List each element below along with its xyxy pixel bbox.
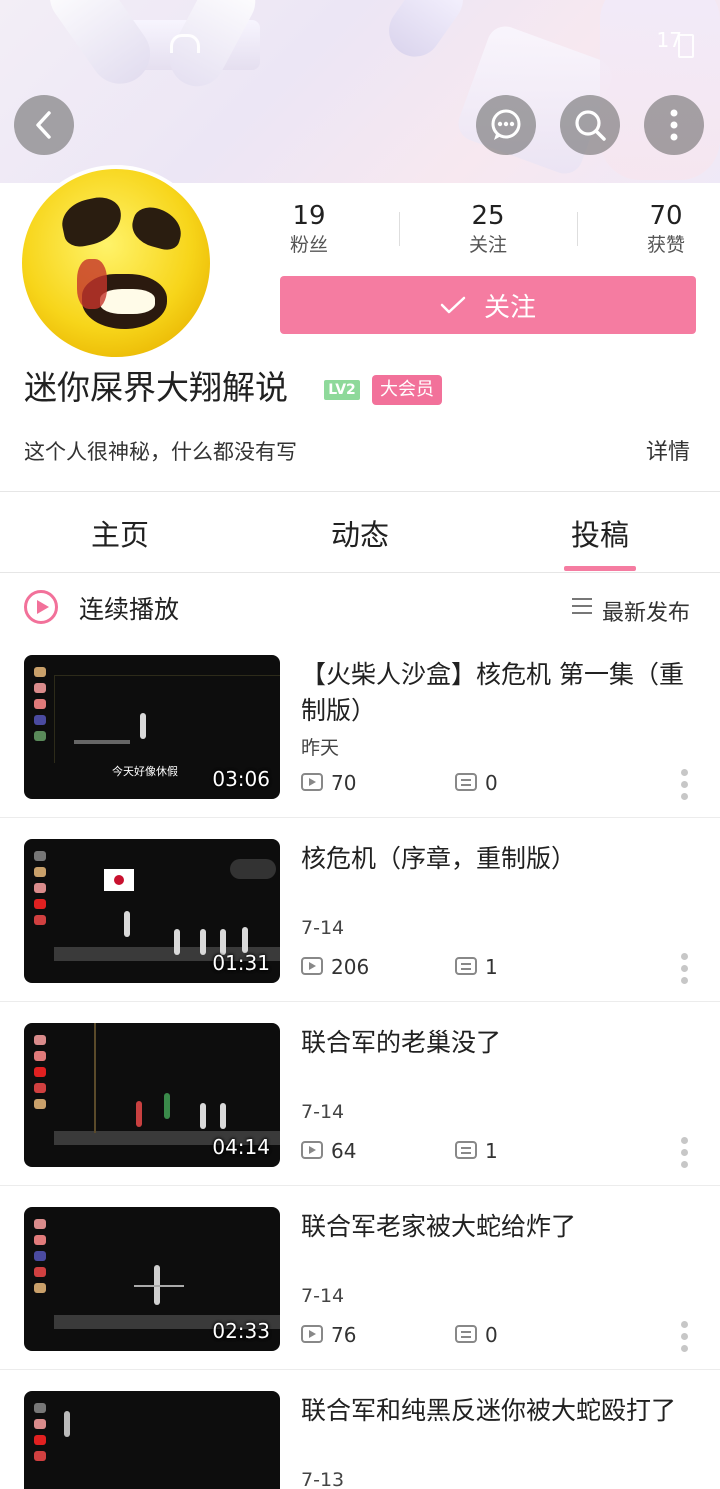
- video-date: 7-13: [301, 1469, 345, 1489]
- message-button[interactable]: [476, 95, 536, 155]
- comment-count-icon: [455, 773, 477, 791]
- chevron-left-icon: [36, 111, 51, 139]
- video-thumbnail[interactable]: 01:31: [24, 839, 280, 983]
- flag-image: [104, 869, 134, 891]
- video-title[interactable]: 联合军的老巢没了: [301, 1025, 701, 1061]
- sort-button[interactable]: 最新发布: [602, 595, 690, 627]
- video-item[interactable]: 04:14 联合军的老巢没了 7-14 64 1: [0, 1023, 720, 1207]
- stat-following[interactable]: 25 关注: [433, 200, 543, 258]
- tab-posts[interactable]: 投稿: [540, 512, 660, 554]
- check-icon: [440, 296, 466, 314]
- video-thumbnail[interactable]: 04:14: [24, 1023, 280, 1167]
- sort-list-icon[interactable]: [572, 598, 592, 614]
- follow-button[interactable]: 关注: [280, 276, 696, 334]
- play-count: 76: [331, 1323, 357, 1347]
- video-thumbnail[interactable]: [24, 1391, 280, 1489]
- video-more-icon[interactable]: [678, 769, 690, 807]
- video-more-icon[interactable]: [678, 1321, 690, 1359]
- following-label: 关注: [468, 234, 507, 256]
- search-icon: [575, 110, 606, 141]
- video-more-icon[interactable]: [678, 1137, 690, 1175]
- video-date: 7-14: [301, 1285, 345, 1307]
- divider: [0, 1185, 720, 1186]
- video-date: 7-14: [301, 1101, 345, 1123]
- play-all-button[interactable]: 连续播放: [79, 590, 179, 626]
- divider: [399, 212, 400, 246]
- play-count: 206: [331, 955, 370, 979]
- video-date: 7-14: [301, 917, 345, 939]
- bio-text: 这个人很神秘，什么都没有写: [24, 440, 297, 464]
- active-tab-indicator: [564, 566, 636, 571]
- play-count-icon: [301, 773, 323, 791]
- play-count: 70: [331, 771, 357, 795]
- likes-count: 70: [649, 201, 683, 231]
- profile-banner: 17: [0, 0, 720, 183]
- detail-link[interactable]: 详情: [646, 434, 690, 466]
- video-title[interactable]: 联合军和纯黑反迷你被大蛇殴打了: [301, 1393, 701, 1429]
- play-circle-icon[interactable]: [24, 590, 58, 624]
- stat-likes[interactable]: 70 获赞: [611, 200, 720, 258]
- divider: [0, 817, 720, 818]
- comment-count-icon: [455, 957, 477, 975]
- video-duration: 01:31: [212, 951, 270, 975]
- more-vertical-icon: [670, 109, 678, 141]
- video-duration: 03:06: [212, 767, 270, 791]
- video-item[interactable]: 今天好像休假 03:06 【火柴人沙盒】核危机 第一集（重制版） 昨天 70 0: [0, 655, 720, 839]
- search-button[interactable]: [560, 95, 620, 155]
- fans-label: 粉丝: [289, 234, 328, 256]
- play-count-icon: [301, 1325, 323, 1343]
- more-options-button[interactable]: [644, 95, 704, 155]
- wifi-icon: [170, 34, 200, 53]
- fans-count: 19: [292, 201, 326, 231]
- play-count-icon: [301, 957, 323, 975]
- avatar-image: [22, 169, 210, 357]
- status-bar: 17: [0, 28, 720, 60]
- divider: [577, 212, 578, 246]
- video-thumbnail[interactable]: 02:33: [24, 1207, 280, 1351]
- play-all-row: 连续播放 最新发布: [0, 584, 720, 632]
- play-count-icon: [301, 1141, 323, 1159]
- level-badge: LV2: [324, 380, 360, 400]
- divider: [0, 1369, 720, 1370]
- profile-tabs: 主页 动态 投稿: [0, 492, 720, 572]
- stat-fans[interactable]: 19 粉丝: [254, 200, 364, 258]
- battery-icon: [678, 34, 694, 58]
- following-count: 25: [471, 201, 505, 231]
- avatar[interactable]: [18, 165, 214, 361]
- video-title[interactable]: 核危机（序章，重制版）: [301, 841, 701, 877]
- divider: [0, 1001, 720, 1002]
- video-item[interactable]: 02:33 联合军老家被大蛇给炸了 7-14 76 0: [0, 1207, 720, 1391]
- video-thumbnail[interactable]: 今天好像休假 03:06: [24, 655, 280, 799]
- comment-count-icon: [455, 1325, 477, 1343]
- thumbnail-caption: 今天好像休假: [112, 765, 178, 778]
- tab-home[interactable]: 主页: [60, 512, 180, 554]
- comment-count: 0: [485, 1323, 498, 1347]
- vip-badge[interactable]: 大会员: [372, 375, 442, 405]
- video-item[interactable]: 联合军和纯黑反迷你被大蛇殴打了 7-13: [0, 1391, 720, 1489]
- video-item[interactable]: 01:31 核危机（序章，重制版） 7-14 206 1: [0, 839, 720, 1023]
- follow-button-label: 关注: [483, 292, 536, 323]
- video-title[interactable]: 【火柴人沙盒】核危机 第一集（重制版）: [301, 657, 701, 729]
- chat-bubble-icon: [491, 109, 521, 140]
- back-button[interactable]: [14, 95, 74, 155]
- video-duration: 04:14: [212, 1135, 270, 1159]
- video-duration: 02:33: [212, 1319, 270, 1343]
- play-count: 64: [331, 1139, 357, 1163]
- comment-count: 1: [485, 955, 498, 979]
- video-more-icon[interactable]: [678, 953, 690, 991]
- video-title[interactable]: 联合军老家被大蛇给炸了: [301, 1209, 701, 1245]
- tab-dynamic[interactable]: 动态: [300, 512, 420, 554]
- comment-count-icon: [455, 1141, 477, 1159]
- video-date: 昨天: [301, 737, 340, 759]
- username: 迷你屎界大翔解说: [24, 368, 288, 407]
- divider: [0, 572, 720, 573]
- likes-label: 获赞: [646, 234, 685, 256]
- comment-count: 1: [485, 1139, 498, 1163]
- comment-count: 0: [485, 771, 498, 795]
